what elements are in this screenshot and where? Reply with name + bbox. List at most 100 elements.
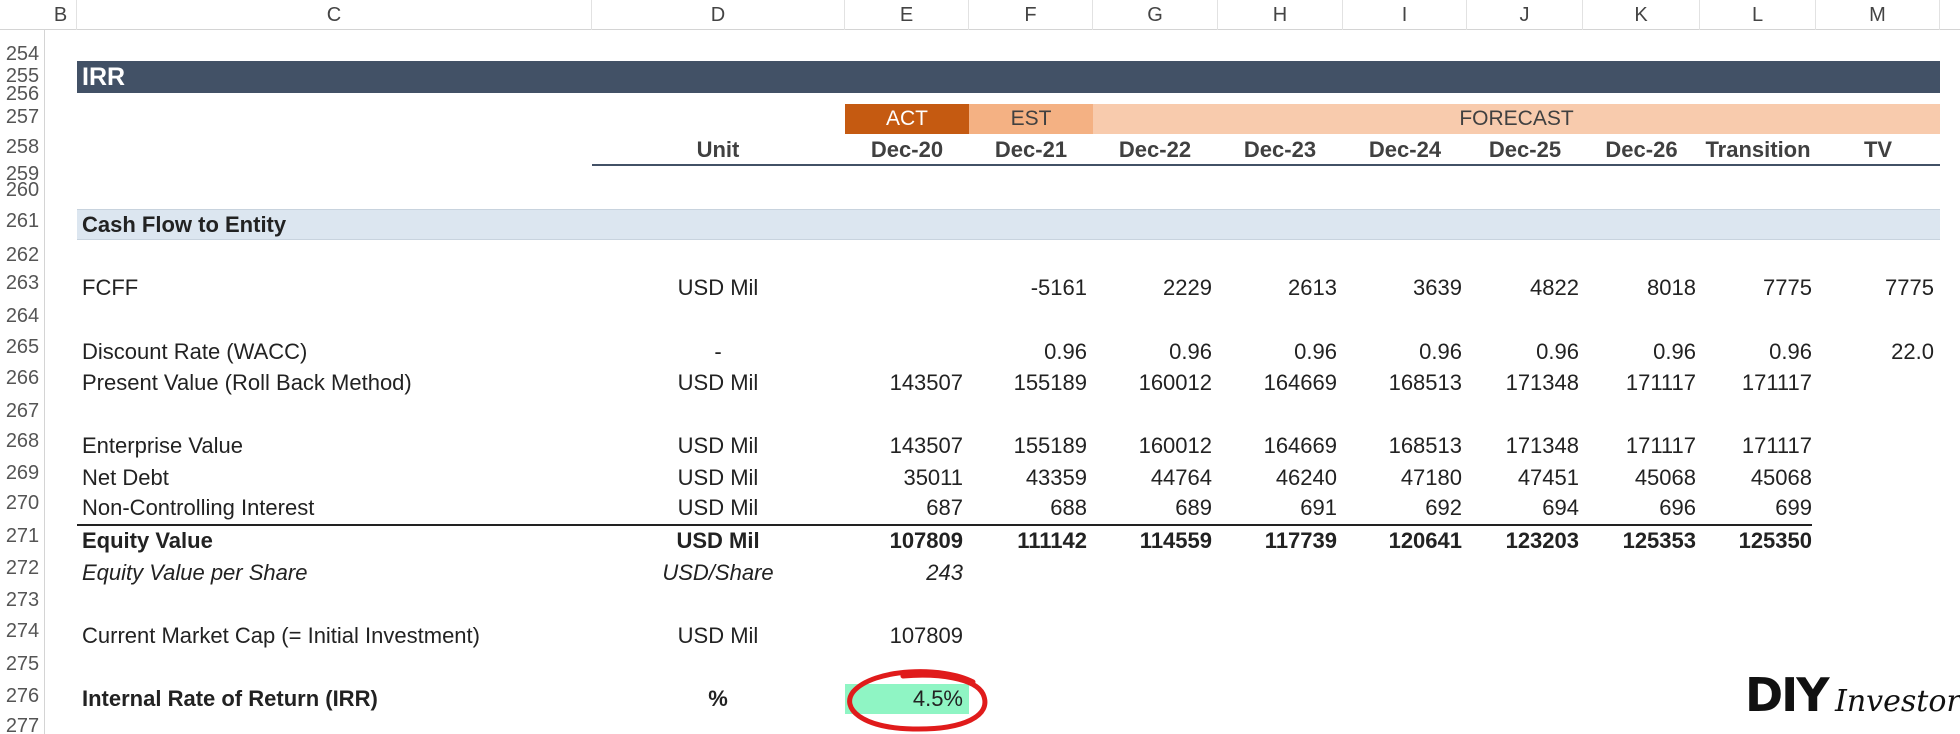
row-value-cell[interactable]: 3639 bbox=[1343, 273, 1462, 303]
period-forecast: FORECAST bbox=[1093, 104, 1940, 134]
column-header-d[interactable]: D bbox=[592, 0, 845, 30]
row-value-cell[interactable]: 694 bbox=[1467, 493, 1579, 523]
row-number[interactable]: 271 bbox=[0, 526, 45, 546]
row-value-cell[interactable]: 120641 bbox=[1343, 526, 1462, 556]
row-value-cell[interactable]: 47180 bbox=[1343, 463, 1462, 493]
row-value-cell[interactable]: 687 bbox=[845, 493, 963, 523]
row-value-cell[interactable]: 691 bbox=[1218, 493, 1337, 523]
row-value-cell[interactable]: 155189 bbox=[969, 431, 1087, 461]
row-number[interactable]: 254 bbox=[0, 44, 45, 64]
row-number[interactable]: 256 bbox=[0, 84, 45, 104]
row-value-cell[interactable]: 123203 bbox=[1467, 526, 1579, 556]
column-header-g[interactable]: G bbox=[1093, 0, 1218, 30]
row-value-cell[interactable]: 155189 bbox=[969, 368, 1087, 398]
row-number[interactable]: 276 bbox=[0, 686, 45, 706]
row-value-cell[interactable]: 4822 bbox=[1467, 273, 1579, 303]
row-value-cell[interactable]: 689 bbox=[1093, 493, 1212, 523]
row-value-cell[interactable]: 125350 bbox=[1700, 526, 1812, 556]
row-value-cell[interactable]: 171117 bbox=[1700, 368, 1812, 398]
row-number[interactable]: 261 bbox=[0, 211, 45, 231]
row-label: Non-Controlling Interest bbox=[82, 495, 315, 520]
row-value-cell[interactable]: 43359 bbox=[969, 463, 1087, 493]
header-dec-26: Dec-26 bbox=[1605, 137, 1678, 162]
row-value-cell[interactable]: 160012 bbox=[1093, 368, 1212, 398]
row-value-cell[interactable]: 0.96 bbox=[1093, 337, 1212, 367]
column-header-k[interactable]: K bbox=[1583, 0, 1700, 30]
column-header-j[interactable]: J bbox=[1467, 0, 1583, 30]
row-value-cell[interactable]: 45068 bbox=[1583, 463, 1696, 493]
row-value-cell[interactable]: 45068 bbox=[1700, 463, 1812, 493]
row-value-cell[interactable]: 0.96 bbox=[1343, 337, 1462, 367]
row-value-cell[interactable]: 0.96 bbox=[1583, 337, 1696, 367]
row-number[interactable]: 277 bbox=[0, 716, 45, 734]
row-number[interactable]: 269 bbox=[0, 463, 45, 483]
row-value-cell[interactable]: 2613 bbox=[1218, 273, 1337, 303]
row-value-cell[interactable]: 107809 bbox=[845, 526, 963, 556]
row-number[interactable]: 270 bbox=[0, 493, 45, 513]
row-number[interactable]: 274 bbox=[0, 621, 45, 641]
row-unit: USD Mil bbox=[677, 433, 759, 458]
column-header-b[interactable]: B bbox=[45, 0, 77, 30]
row-number[interactable]: 268 bbox=[0, 431, 45, 451]
column-header-f[interactable]: F bbox=[969, 0, 1093, 30]
row-value-cell[interactable]: 0.96 bbox=[1467, 337, 1579, 367]
row-value-cell[interactable]: 168513 bbox=[1343, 431, 1462, 461]
row-value-cell[interactable]: 171117 bbox=[1700, 431, 1812, 461]
column-header-h[interactable]: H bbox=[1218, 0, 1343, 30]
row-value-cell[interactable]: 7775 bbox=[1816, 273, 1934, 303]
row-value-cell[interactable]: 168513 bbox=[1343, 368, 1462, 398]
row-value-cell[interactable]: 171348 bbox=[1467, 368, 1579, 398]
row-value-cell[interactable]: 7775 bbox=[1700, 273, 1812, 303]
row-value-cell[interactable]: 0.96 bbox=[1218, 337, 1337, 367]
row-value-cell[interactable]: 125353 bbox=[1583, 526, 1696, 556]
row-number[interactable]: 272 bbox=[0, 558, 45, 578]
row-value-cell[interactable]: 0.96 bbox=[969, 337, 1087, 367]
row-value-cell[interactable]: 47451 bbox=[1467, 463, 1579, 493]
row-value-cell[interactable]: 164669 bbox=[1218, 368, 1337, 398]
row-value-cell[interactable]: 44764 bbox=[1093, 463, 1212, 493]
row-value-cell[interactable]: 117739 bbox=[1218, 526, 1337, 556]
column-header-i[interactable]: I bbox=[1343, 0, 1467, 30]
row-value-cell[interactable]: 164669 bbox=[1218, 431, 1337, 461]
row-number[interactable]: 266 bbox=[0, 368, 45, 388]
row-value-cell[interactable]: 143507 bbox=[845, 431, 963, 461]
row-value-cell[interactable]: 171117 bbox=[1583, 368, 1696, 398]
column-header-m[interactable]: M bbox=[1816, 0, 1940, 30]
row-value-cell[interactable]: 35011 bbox=[845, 463, 963, 493]
row-number[interactable]: 262 bbox=[0, 245, 45, 265]
row-value-cell[interactable]: 692 bbox=[1343, 493, 1462, 523]
row-number[interactable]: 258 bbox=[0, 137, 45, 157]
row-value-cell[interactable]: 114559 bbox=[1093, 526, 1212, 556]
title-band bbox=[77, 61, 1940, 93]
row-value-cell[interactable]: 8018 bbox=[1583, 273, 1696, 303]
row-value-cell[interactable]: 171117 bbox=[1583, 431, 1696, 461]
row-unit: USD Mil bbox=[677, 370, 759, 395]
row-value-cell[interactable]: 0.96 bbox=[1700, 337, 1812, 367]
row-value-cell[interactable]: 160012 bbox=[1093, 431, 1212, 461]
row-value-cell[interactable]: 22.0 bbox=[1816, 337, 1934, 367]
row-value-cell[interactable]: -5161 bbox=[969, 273, 1087, 303]
row-value-cell[interactable]: 107809 bbox=[845, 621, 963, 651]
row-number[interactable]: 260 bbox=[0, 180, 45, 200]
row-value-cell[interactable]: 243 bbox=[845, 558, 963, 588]
row-label: Discount Rate (WACC) bbox=[82, 339, 308, 364]
row-value-cell[interactable]: 2229 bbox=[1093, 273, 1212, 303]
row-number[interactable]: 267 bbox=[0, 401, 45, 421]
row-number[interactable]: 273 bbox=[0, 590, 45, 610]
row-value-cell[interactable]: 696 bbox=[1583, 493, 1696, 523]
row-value-cell[interactable]: 699 bbox=[1700, 493, 1812, 523]
column-header-c[interactable]: C bbox=[77, 0, 592, 30]
row-number[interactable]: 264 bbox=[0, 306, 45, 326]
row-number[interactable]: 263 bbox=[0, 273, 45, 293]
row-unit: - bbox=[714, 339, 722, 364]
row-value-cell[interactable]: 46240 bbox=[1218, 463, 1337, 493]
row-value-cell[interactable]: 111142 bbox=[969, 526, 1087, 556]
row-number[interactable]: 275 bbox=[0, 654, 45, 674]
column-header-e[interactable]: E bbox=[845, 0, 969, 30]
column-header-l[interactable]: L bbox=[1700, 0, 1816, 30]
row-value-cell[interactable]: 688 bbox=[969, 493, 1087, 523]
row-value-cell[interactable]: 171348 bbox=[1467, 431, 1579, 461]
row-value-cell[interactable]: 143507 bbox=[845, 368, 963, 398]
row-number[interactable]: 265 bbox=[0, 337, 45, 357]
row-number[interactable]: 257 bbox=[0, 107, 45, 127]
